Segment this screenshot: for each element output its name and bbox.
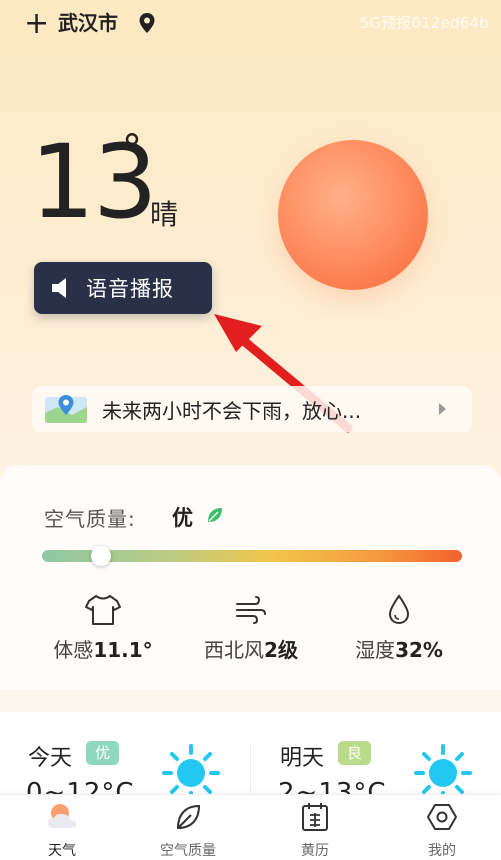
degree-symbol: ° (122, 127, 142, 173)
leaf-outline-icon (176, 804, 201, 830)
weather-condition: 晴 (150, 198, 179, 231)
voice-broadcast-button[interactable]: 语音播报 (34, 262, 212, 314)
air-quality-value: 优 (172, 506, 193, 530)
wind-stat: 西北风2级 (176, 592, 326, 663)
today-aq-badge: 优 (86, 741, 120, 765)
wind-icon (236, 596, 266, 624)
city-name[interactable]: 武汉市 (58, 10, 118, 36)
wind-label: 西北风 (204, 638, 265, 662)
speaker-icon (52, 278, 66, 298)
feels-like-label: 体感 (53, 638, 94, 662)
forecast-divider (250, 745, 251, 793)
tomorrow-aq-badge: 良 (338, 741, 372, 765)
nav-label-air-quality: 空气质量 (160, 843, 216, 859)
wind-value: 2级 (264, 638, 298, 662)
humidity-value: 32% (395, 638, 443, 662)
shirt-icon (85, 595, 121, 625)
nav-label-weather: 天气 (48, 843, 76, 859)
drop-icon (388, 594, 410, 625)
feels-like-value: 11.1° (93, 638, 153, 662)
feels-like-stat: 体感11.1° (28, 592, 178, 663)
rain-notice-banner[interactable]: 未来两小时不会下雨，放心... (32, 386, 472, 432)
nav-label-almanac: 黄历 (301, 843, 329, 859)
nav-tab-almanac[interactable]: 黄历 (255, 800, 375, 860)
watermark-text: 5G预报012ed64b (359, 14, 489, 32)
nav-tab-weather[interactable]: 天气 (2, 800, 122, 860)
humidity-label: 湿度 (355, 638, 396, 662)
nav-tab-mine[interactable]: 我的 (382, 800, 501, 860)
nav-label-mine: 我的 (428, 843, 456, 859)
air-quality-indicator (90, 546, 111, 566)
nav-tab-air-quality[interactable]: 空气质量 (128, 800, 248, 860)
humidity-stat: 湿度32% (324, 592, 474, 663)
rain-notice-text: 未来两小时不会下雨，放心... (102, 398, 362, 423)
voice-broadcast-label: 语音播报 (86, 277, 174, 301)
calendar-icon (302, 803, 328, 831)
chevron-right-icon (439, 403, 446, 415)
map-icon (45, 395, 87, 423)
sunny-orb-icon (278, 140, 428, 290)
location-pin-icon (139, 13, 155, 33)
air-quality-label: 空气质量: (44, 507, 136, 531)
leaf-icon (208, 508, 222, 522)
hexagon-settings-icon (427, 804, 457, 830)
tomorrow-label[interactable]: 明天 (280, 740, 324, 772)
add-city-button[interactable]: + (24, 9, 49, 39)
weather-cloud-icon (48, 804, 76, 828)
today-label[interactable]: 今天 (28, 740, 72, 772)
